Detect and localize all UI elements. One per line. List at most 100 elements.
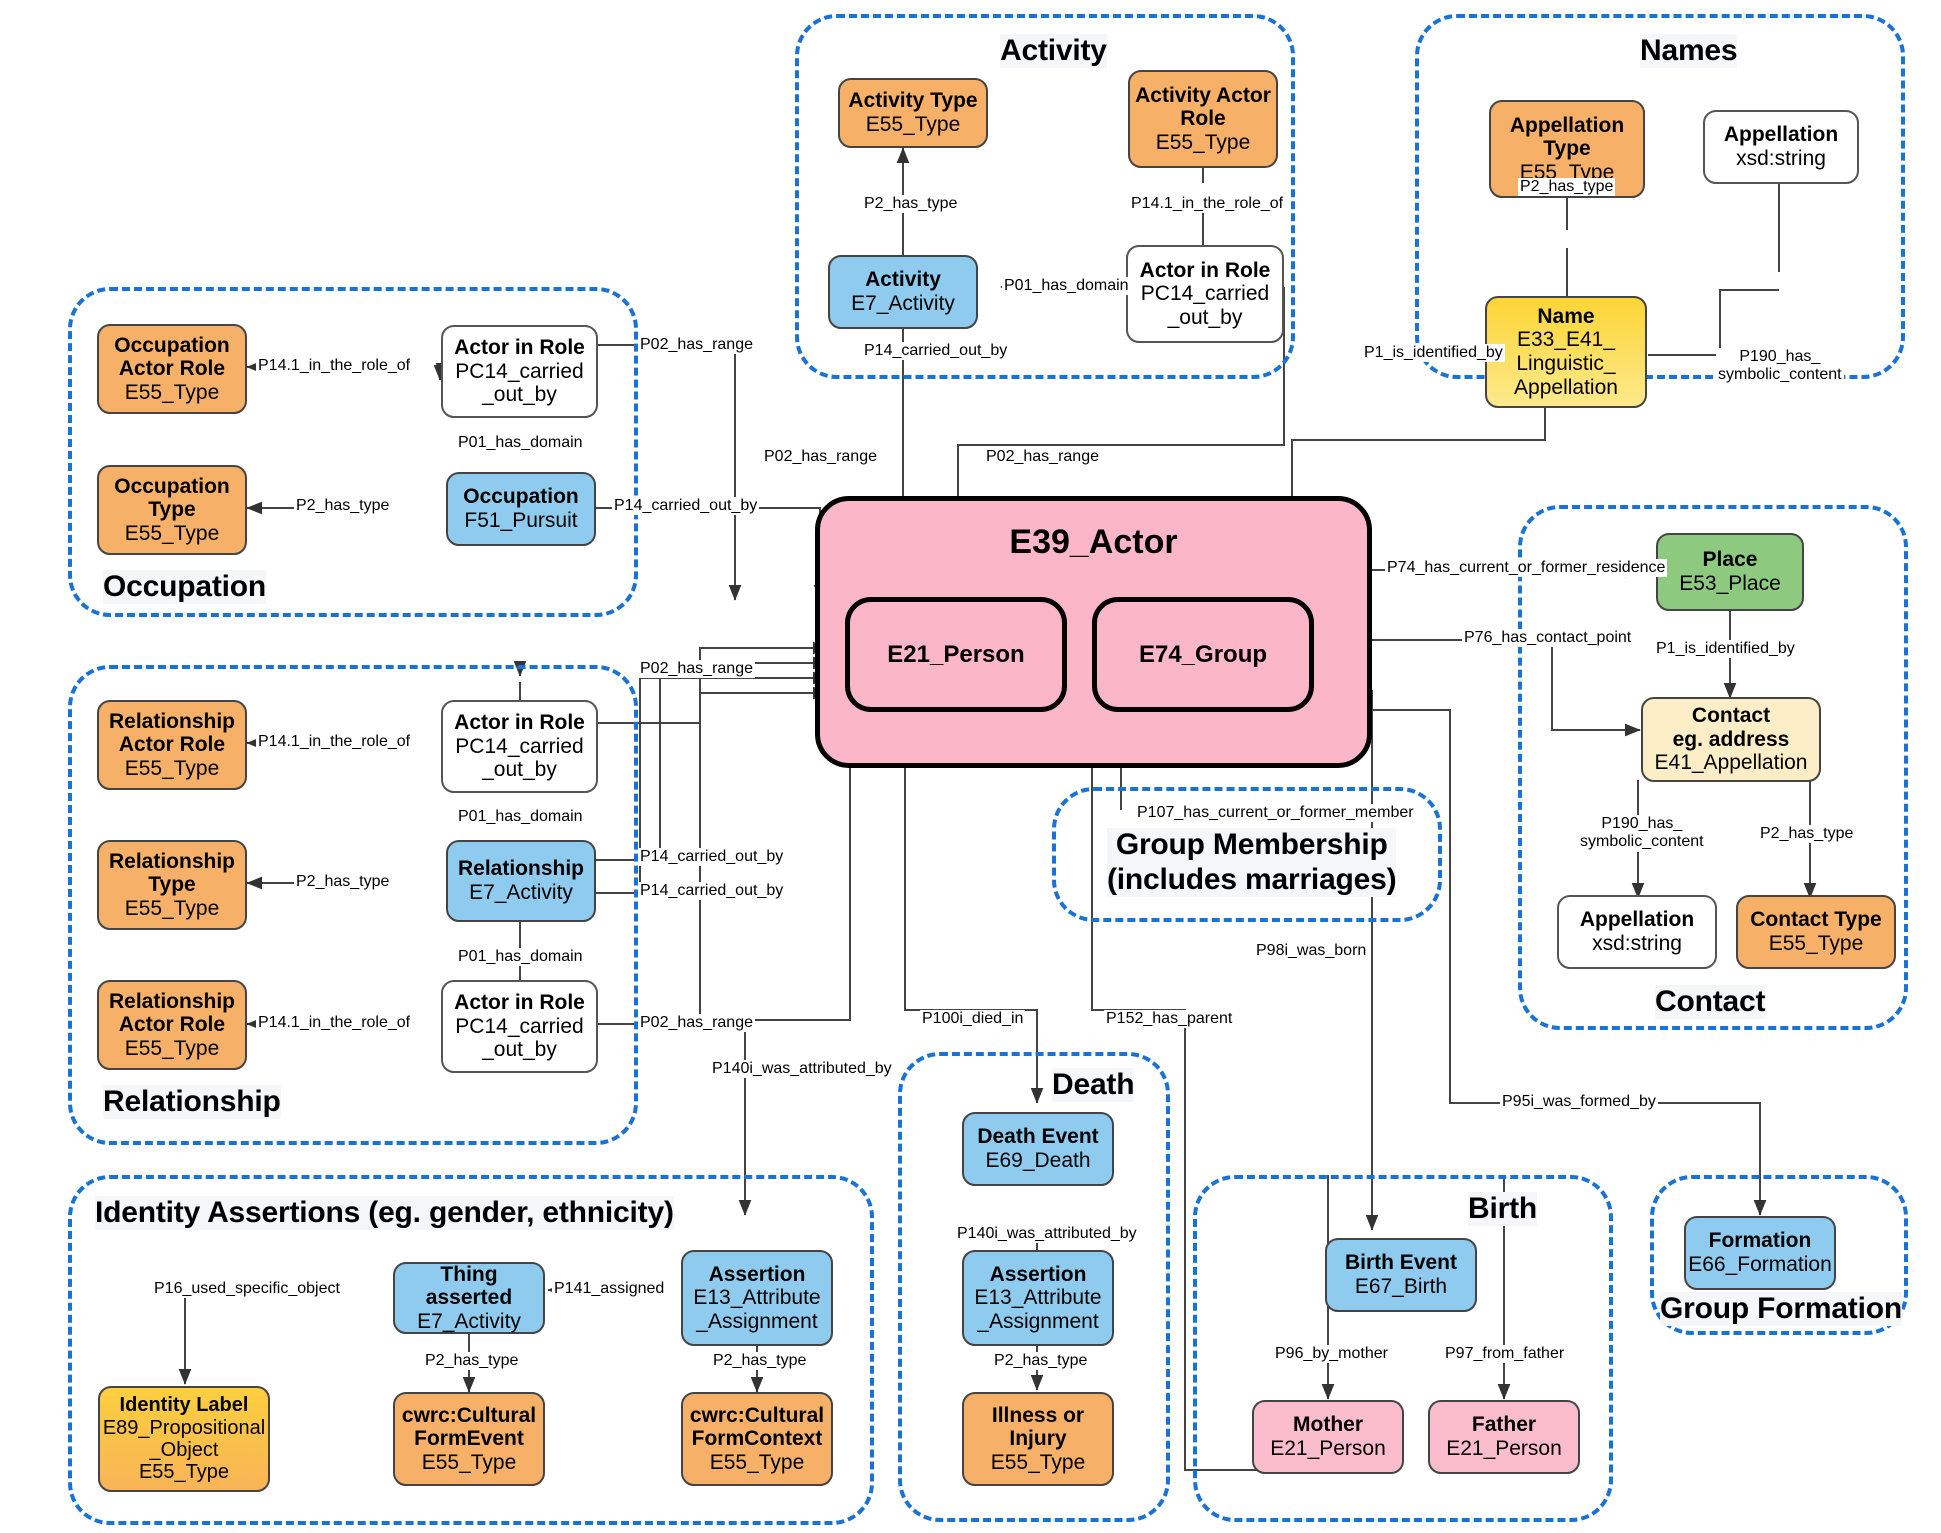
node-occupation[interactable]: Occupation F51_Pursuit xyxy=(446,472,596,546)
node-activity-title: Activity xyxy=(865,268,941,292)
node-cultural-form-context[interactable]: cwrc:Cultural FormContext E55_Type xyxy=(681,1392,833,1486)
node-relationship-actor-role-top-title: Relationship Actor Role xyxy=(108,709,235,757)
edge-label-occupation-p14-carried-out-by: P14_carried_out_by xyxy=(612,497,760,516)
node-activity-type[interactable]: Activity Type E55_Type xyxy=(838,78,988,148)
node-cultural-form-event[interactable]: cwrc:Cultural FormEvent E55_Type xyxy=(393,1392,545,1486)
node-thing-asserted-title: Thing asserted xyxy=(425,1262,513,1310)
edge-label-p16-used-specific-object: P16_used_specific_object xyxy=(152,1280,342,1299)
node-relationship-title: Relationship xyxy=(457,857,584,881)
node-occupation-sub: F51_Pursuit xyxy=(464,509,578,532)
node-relationship-actor-in-role-bottom[interactable]: Actor in Role PC14_carried _out_by xyxy=(441,980,598,1073)
node-contact-appellation[interactable]: Appellation xsd:string xyxy=(1557,895,1717,969)
node-place-title: Place xyxy=(1702,548,1758,572)
edge-label-activity-p02-has-range-left: P02_has_range xyxy=(762,448,879,467)
edge-label-occupation-p02-has-range: P02_has_range xyxy=(638,336,755,355)
edge-label-death-p2-has-type: P2_has_type xyxy=(992,1352,1090,1371)
node-place[interactable]: Place E53_Place xyxy=(1656,533,1804,611)
node-father[interactable]: Father E21_Person xyxy=(1428,1400,1580,1474)
node-death-event-sub: E69_Death xyxy=(985,1149,1091,1172)
node-death-assertion[interactable]: Assertion E13_Attribute _Assignment xyxy=(962,1250,1114,1346)
edge-label-p76-has-contact-point: P76_has_contact_point xyxy=(1462,629,1634,648)
edge-label-activity-p14-1-in-the-role-of: P14.1_in_the_role_of xyxy=(1129,195,1286,214)
group-title-occupation: Occupation xyxy=(103,570,267,604)
node-mother[interactable]: Mother E21_Person xyxy=(1252,1400,1404,1474)
node-contact-title: Contact eg. address xyxy=(1672,704,1790,751)
node-appellation-type-title: Appellation Type xyxy=(1509,113,1625,161)
group-title-birth: Birth xyxy=(1468,1192,1537,1226)
entity-e21-person[interactable]: E21_Person xyxy=(845,597,1067,712)
node-death-event[interactable]: Death Event E69_Death xyxy=(962,1112,1114,1186)
group-title-identity: Identity Assertions (eg. gender, ethnici… xyxy=(95,1196,674,1230)
node-occupation-actor-in-role-title: Actor in Role xyxy=(454,336,585,360)
node-appellation-string-title: Appellation xyxy=(1723,123,1839,147)
edge-label-p107-has-current-or-former-member: P107_has_current_or_former_member xyxy=(1135,804,1416,823)
node-identity-assertion-title: Assertion xyxy=(708,1262,806,1286)
node-name[interactable]: Name E33_E41_ Linguistic_ Appellation xyxy=(1485,296,1647,408)
node-thing-asserted[interactable]: Thing asserted E7_Activity xyxy=(393,1262,545,1334)
node-activity-actor-in-role-title: Actor in Role xyxy=(1139,258,1271,282)
edge-label-p100i-died-in: P100i_died_in xyxy=(920,1010,1026,1029)
edge-label-names-p190-has-symbolic-content: P190_has_ symbolic_content xyxy=(1716,348,1844,385)
node-relationship-actor-role-bottom[interactable]: Relationship Actor Role E55_Type xyxy=(97,980,247,1070)
group-title-names: Names xyxy=(1640,34,1738,68)
node-relationship-actor-role-bottom-title: Relationship Actor Role xyxy=(108,989,235,1037)
edge-label-occupation-p01-has-domain: P01_has_domain xyxy=(456,434,585,453)
node-relationship-actor-in-role-top-sub: PC14_carried _out_by xyxy=(455,734,584,782)
node-occupation-title: Occupation xyxy=(463,485,579,509)
entity-e39-actor-label: E39_Actor xyxy=(1009,523,1178,561)
node-activity-actor-role-title: Activity Actor Role xyxy=(1135,83,1271,131)
node-relationship-type-sub: E55_Type xyxy=(124,896,220,920)
node-activity-type-sub: E55_Type xyxy=(865,113,961,136)
edge-label-activity-p14-carried-out-by: P14_carried_out_by xyxy=(862,342,1010,361)
node-identity-label[interactable]: Identity Label E89_Propositional _Object… xyxy=(98,1386,270,1492)
node-appellation-string-sub: xsd:string xyxy=(1736,147,1826,170)
edge-label-p95i-was-formed-by: P95i_was_formed_by xyxy=(1500,1093,1658,1112)
node-contact[interactable]: Contact eg. address E41_Appellation xyxy=(1641,697,1821,782)
node-name-sub: E33_E41_ Linguistic_ Appellation xyxy=(1514,328,1618,399)
node-cultural-form-context-title: cwrc:Cultural FormContext xyxy=(689,1403,825,1451)
node-identity-assertion[interactable]: Assertion E13_Attribute _Assignment xyxy=(681,1250,833,1346)
node-contact-type[interactable]: Contact Type E55_Type xyxy=(1736,895,1896,969)
node-activity-actor-in-role[interactable]: Actor in Role PC14_carried _out_by xyxy=(1126,245,1284,343)
node-relationship[interactable]: Relationship E7_Activity xyxy=(446,840,596,922)
edge-label-occupation-p2-has-type: P2_has_type xyxy=(294,497,392,516)
node-activity-actor-role[interactable]: Activity Actor Role E55_Type xyxy=(1128,70,1278,168)
group-title-formation: Group Formation xyxy=(1660,1292,1902,1326)
entity-e74-group[interactable]: E74_Group xyxy=(1092,597,1314,712)
node-occupation-actor-in-role[interactable]: Actor in Role PC14_carried _out_by xyxy=(441,325,598,418)
group-title-death: Death xyxy=(1052,1068,1135,1102)
node-formation[interactable]: Formation E66_Formation xyxy=(1684,1216,1836,1290)
edge-label-relationship-p02-has-range-top: P02_has_range xyxy=(638,660,755,679)
node-death-event-title: Death Event xyxy=(977,1125,1099,1149)
node-relationship-type-title: Relationship Type xyxy=(108,849,235,897)
node-father-sub: E21_Person xyxy=(1446,1437,1562,1460)
node-occupation-type[interactable]: Occupation Type E55_Type xyxy=(97,465,247,555)
edge-label-p74-has-current-or-former-residence: P74_has_current_or_former_residence xyxy=(1385,559,1668,578)
node-contact-type-sub: E55_Type xyxy=(1768,932,1864,955)
node-activity-actor-in-role-sub: PC14_carried _out_by xyxy=(1140,282,1270,329)
node-illness-or-injury-sub: E55_Type xyxy=(990,1450,1086,1474)
node-birth-event-sub: E67_Birth xyxy=(1354,1275,1448,1298)
node-activity-sub: E7_Activity xyxy=(851,292,955,315)
node-birth-event[interactable]: Birth Event E67_Birth xyxy=(1325,1238,1477,1312)
group-title-relationship: Relationship xyxy=(103,1085,281,1119)
diagram-canvas: Activity Names Occupation Relationship G… xyxy=(0,0,1941,1533)
node-formation-title: Formation xyxy=(1708,1229,1812,1253)
node-relationship-actor-role-top[interactable]: Relationship Actor Role E55_Type xyxy=(97,700,247,790)
group-title-membership: Group Membership (includes marriages) xyxy=(1107,828,1397,897)
node-mother-title: Mother xyxy=(1293,1413,1363,1437)
node-identity-assertion-sub: E13_Attribute _Assignment xyxy=(693,1286,821,1333)
node-contact-sub: E41_Appellation xyxy=(1654,751,1808,775)
node-relationship-type[interactable]: Relationship Type E55_Type xyxy=(97,840,247,930)
node-death-assertion-title: Assertion xyxy=(989,1262,1087,1286)
node-identity-label-sub: E89_Propositional _Object E55_Type xyxy=(102,1416,266,1484)
edge-label-p141-assigned: P141_assigned xyxy=(552,1280,667,1299)
node-illness-or-injury[interactable]: Illness or Injury E55_Type xyxy=(962,1392,1114,1486)
edge-label-relationship-p01-has-domain-bottom: P01_has_domain xyxy=(456,948,585,967)
node-activity[interactable]: Activity E7_Activity xyxy=(828,255,978,329)
node-appellation-string[interactable]: Appellation xsd:string xyxy=(1703,110,1859,184)
edge-label-relationship-p01-has-domain-top: P01_has_domain xyxy=(456,808,585,827)
group-title-contact: Contact xyxy=(1655,985,1766,1019)
node-occupation-actor-role[interactable]: Occupation Actor Role E55_Type xyxy=(97,324,247,414)
node-relationship-actor-in-role-top[interactable]: Actor in Role PC14_carried _out_by xyxy=(441,700,598,793)
